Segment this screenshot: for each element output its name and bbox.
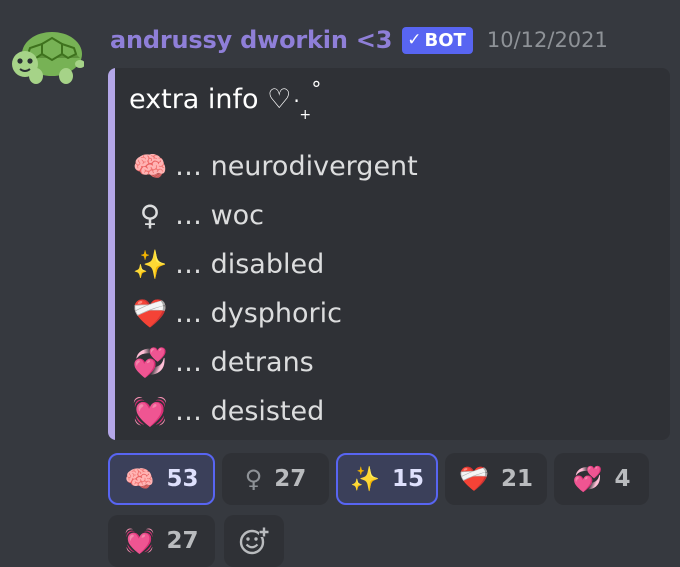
- beating-heart-icon: 💓: [132, 395, 168, 428]
- embed-line: 💞 … detrans: [129, 338, 418, 387]
- reaction-count: 27: [166, 528, 199, 554]
- sparkles-icon: ✨: [350, 465, 380, 493]
- sparkles-icon: ✨: [132, 248, 168, 281]
- embed-line-text: … detrans: [175, 347, 314, 378]
- reaction-count: 4: [614, 466, 631, 492]
- embed-description: 🧠 … neurodivergent ♀ … woc ✨ … disabled …: [129, 142, 418, 436]
- reaction-count: 53: [166, 466, 199, 492]
- turtle-icon: [12, 32, 85, 84]
- revolving-hearts-icon: 💞: [132, 346, 168, 379]
- reaction-brain[interactable]: 🧠 53: [108, 453, 215, 505]
- heart-outline-icon: ♡: [267, 84, 292, 115]
- message-header: andrussy dworkin <3 ✓ BOT 10/12/2021: [110, 22, 608, 58]
- reaction-count: 15: [391, 466, 424, 492]
- embed-title: extra info ♡ · + °: [129, 77, 321, 123]
- title-plus: +: [299, 107, 312, 123]
- brain-icon: 🧠: [132, 150, 168, 183]
- embed-line-text: … neurodivergent: [175, 151, 418, 182]
- embed-line-text: … disabled: [175, 249, 325, 280]
- checkmark-icon: ✓: [407, 30, 422, 50]
- reaction-beating-heart[interactable]: 💓 27: [108, 515, 215, 567]
- reaction-mending-heart[interactable]: ❤️‍🩹 21: [445, 453, 547, 505]
- embed-title-text: extra info: [129, 84, 259, 115]
- bot-tag-label: BOT: [424, 29, 466, 51]
- username[interactable]: andrussy dworkin <3: [110, 26, 392, 54]
- embed-line: ❤️‍🩹 … dysphoric: [129, 289, 418, 338]
- embed-line: 🧠 … neurodivergent: [129, 142, 418, 191]
- embed-line-text: … desisted: [175, 396, 325, 427]
- embed-line-text: … woc: [175, 200, 265, 231]
- timestamp[interactable]: 10/12/2021: [487, 28, 608, 52]
- bot-tag: ✓ BOT: [402, 26, 473, 54]
- embed-line: 💓 … desisted: [129, 387, 418, 436]
- mending-heart-icon: ❤️‍🩹: [132, 297, 168, 330]
- female-sign-icon: ♀: [139, 199, 161, 232]
- add-reaction-button[interactable]: [224, 515, 284, 567]
- reaction-sparkles[interactable]: ✨ 15: [336, 453, 438, 505]
- female-sign-icon: ♀: [244, 465, 263, 493]
- chat-message: andrussy dworkin <3 ✓ BOT 10/12/2021 ext…: [0, 0, 680, 567]
- avatar[interactable]: [8, 24, 85, 88]
- title-degree: °: [311, 77, 322, 101]
- beating-heart-icon: 💓: [124, 527, 155, 555]
- revolving-hearts-icon: 💞: [572, 465, 603, 493]
- embed-accent-bar: [108, 68, 115, 440]
- reaction-count: 21: [500, 466, 533, 492]
- brain-icon: 🧠: [124, 465, 155, 493]
- add-reaction-icon: [239, 527, 269, 555]
- reaction-revolving-hearts[interactable]: 💞 4: [554, 453, 649, 505]
- mending-heart-icon: ❤️‍🩹: [459, 465, 489, 493]
- embed: extra info ♡ · + ° 🧠 … neurodivergent ♀ … w…: [108, 68, 670, 440]
- embed-line: ✨ … disabled: [129, 240, 418, 289]
- reaction-count: 27: [274, 466, 307, 492]
- embed-line-text: … dysphoric: [175, 298, 342, 329]
- reaction-female-sign[interactable]: ♀ 27: [222, 453, 329, 505]
- embed-line: ♀ … woc: [129, 191, 418, 240]
- sparkle-dots-icon: · + °: [293, 77, 321, 123]
